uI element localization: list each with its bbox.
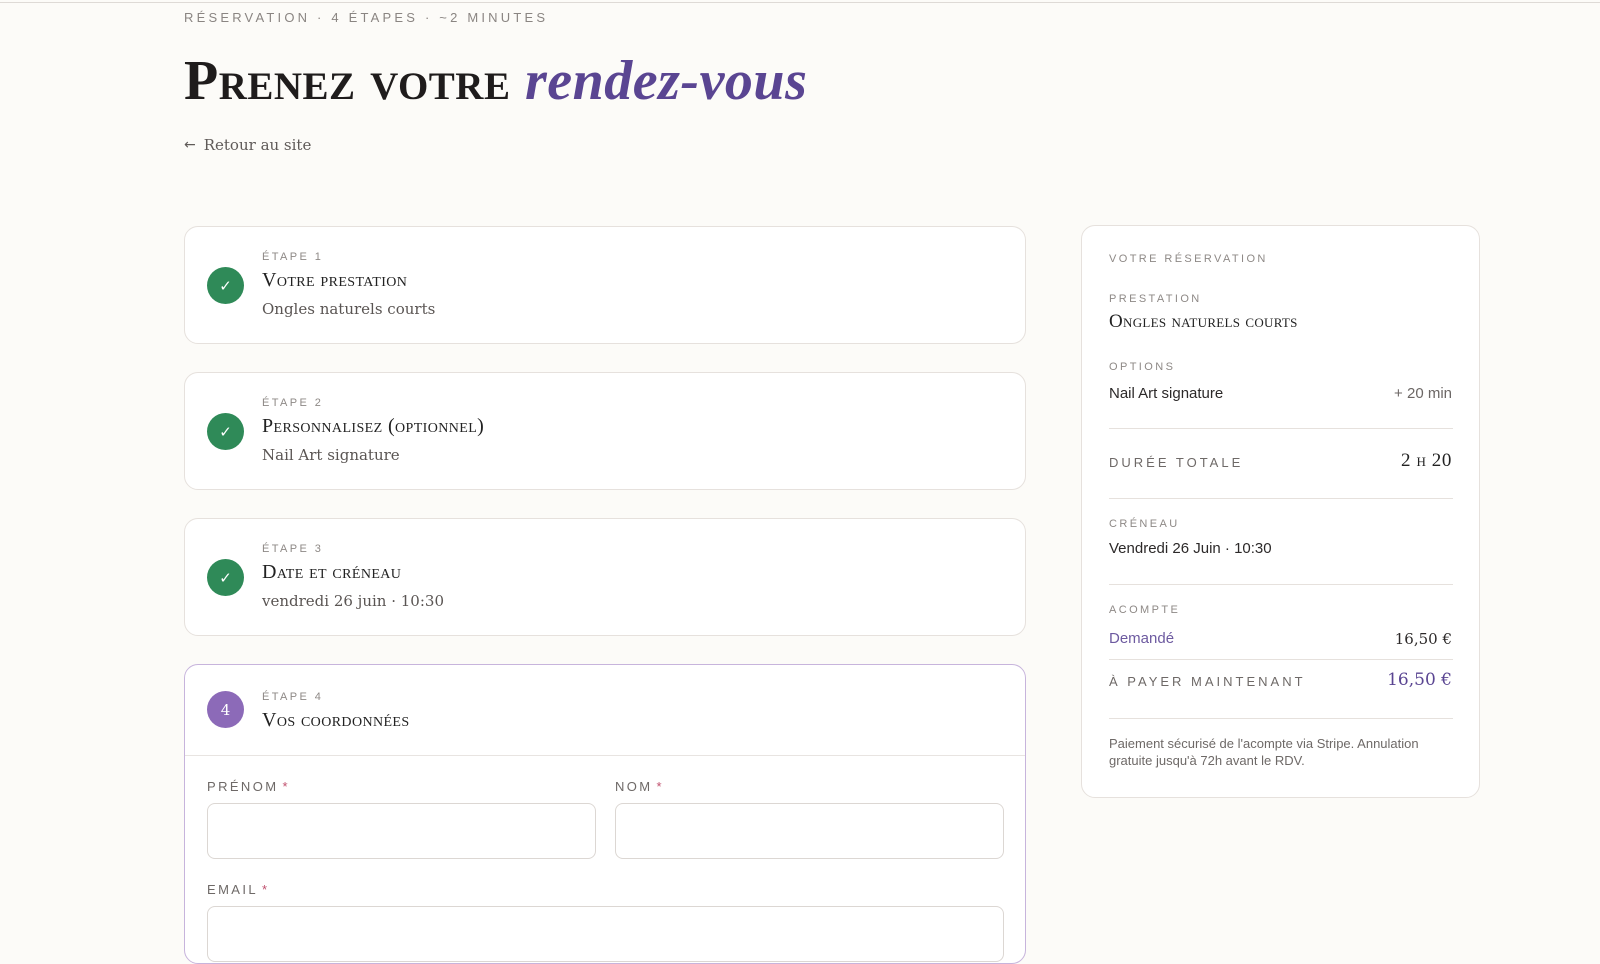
top-border [0,2,1600,3]
step-card-4: 4 Étape 4 Vos coordonnées Prénom * Nom * E… [184,664,1026,964]
nom-input[interactable] [615,803,1004,859]
pay-now-label: À payer maintenant [1109,674,1306,689]
step-label: Étape 3 [262,543,324,555]
page-title-accent: rendez-vous [524,50,808,112]
slot-label: Créneau [1109,518,1180,530]
duration-label: Durée totale [1109,455,1244,470]
step-label: Étape 1 [262,251,324,263]
reservation-summary: Votre réservation Prestation Ongles natu… [1081,225,1480,798]
step-title: Votre prestation [262,269,408,291]
summary-divider [1109,584,1453,585]
booking-eyebrow: Réservation · 4 étapes · ~2 minutes [184,10,549,25]
step-card-1[interactable]: ✓ Étape 1 Votre prestation Ongles nature… [184,226,1026,344]
required-mark: * [282,779,290,794]
duration-value: 2 h 20 [1401,450,1452,471]
required-mark: * [656,779,664,794]
summary-divider [1109,659,1453,660]
back-to-site-link[interactable]: ← Retour au site [184,136,311,154]
slot-value: Vendredi 26 Juin · 10:30 [1109,540,1272,557]
email-input[interactable] [207,906,1004,962]
step-label: Étape 2 [262,397,324,409]
prestation-label: Prestation [1109,293,1202,305]
email-label: Email * [207,882,270,897]
step-summary: Nail Art signature [262,446,400,464]
check-icon: ✓ [207,267,244,304]
arrow-left-icon: ← [184,137,196,153]
step-number-badge: 4 [207,691,244,728]
summary-heading: Votre réservation [1109,253,1268,265]
step-divider [185,755,1025,756]
page-title: Prenez votre rendez-vous [184,46,807,116]
step-summary: vendredi 26 juin · 10:30 [262,592,444,610]
step-summary: Ongles naturels courts [262,300,436,318]
options-label: Options [1109,361,1176,373]
back-to-site-label: Retour au site [203,136,312,154]
nom-label: Nom * [615,779,664,794]
pay-now-value: 16,50 € [1387,670,1452,690]
option-name: Nail Art signature [1109,385,1224,402]
step-card-3[interactable]: ✓ Étape 3 Date et créneau vendredi 26 ju… [184,518,1026,636]
step-title: Personnalisez (optionnel) [262,415,485,437]
step-title: Date et créneau [262,561,402,583]
page-title-plain: Prenez votre [184,50,511,112]
requested-value: 16,50 € [1394,630,1452,648]
prenom-input[interactable] [207,803,596,859]
payment-note: Paiement sécurisé de l'acompte via Strip… [1109,736,1419,768]
deposit-label: Acompte [1109,604,1181,616]
step-title: Vos coordonnées [262,709,410,731]
summary-divider [1109,498,1453,499]
prenom-label: Prénom * [207,779,290,794]
required-mark: * [262,882,270,897]
requested-label: Demandé [1109,630,1175,647]
check-icon: ✓ [207,559,244,596]
check-icon: ✓ [207,413,244,450]
summary-divider [1109,718,1453,719]
summary-divider [1109,428,1453,429]
step-label: Étape 4 [262,691,324,703]
prestation-value: Ongles naturels courts [1109,311,1298,332]
option-duration: + 20 min [1394,385,1452,402]
step-card-2[interactable]: ✓ Étape 2 Personnalisez (optionnel) Nail… [184,372,1026,490]
